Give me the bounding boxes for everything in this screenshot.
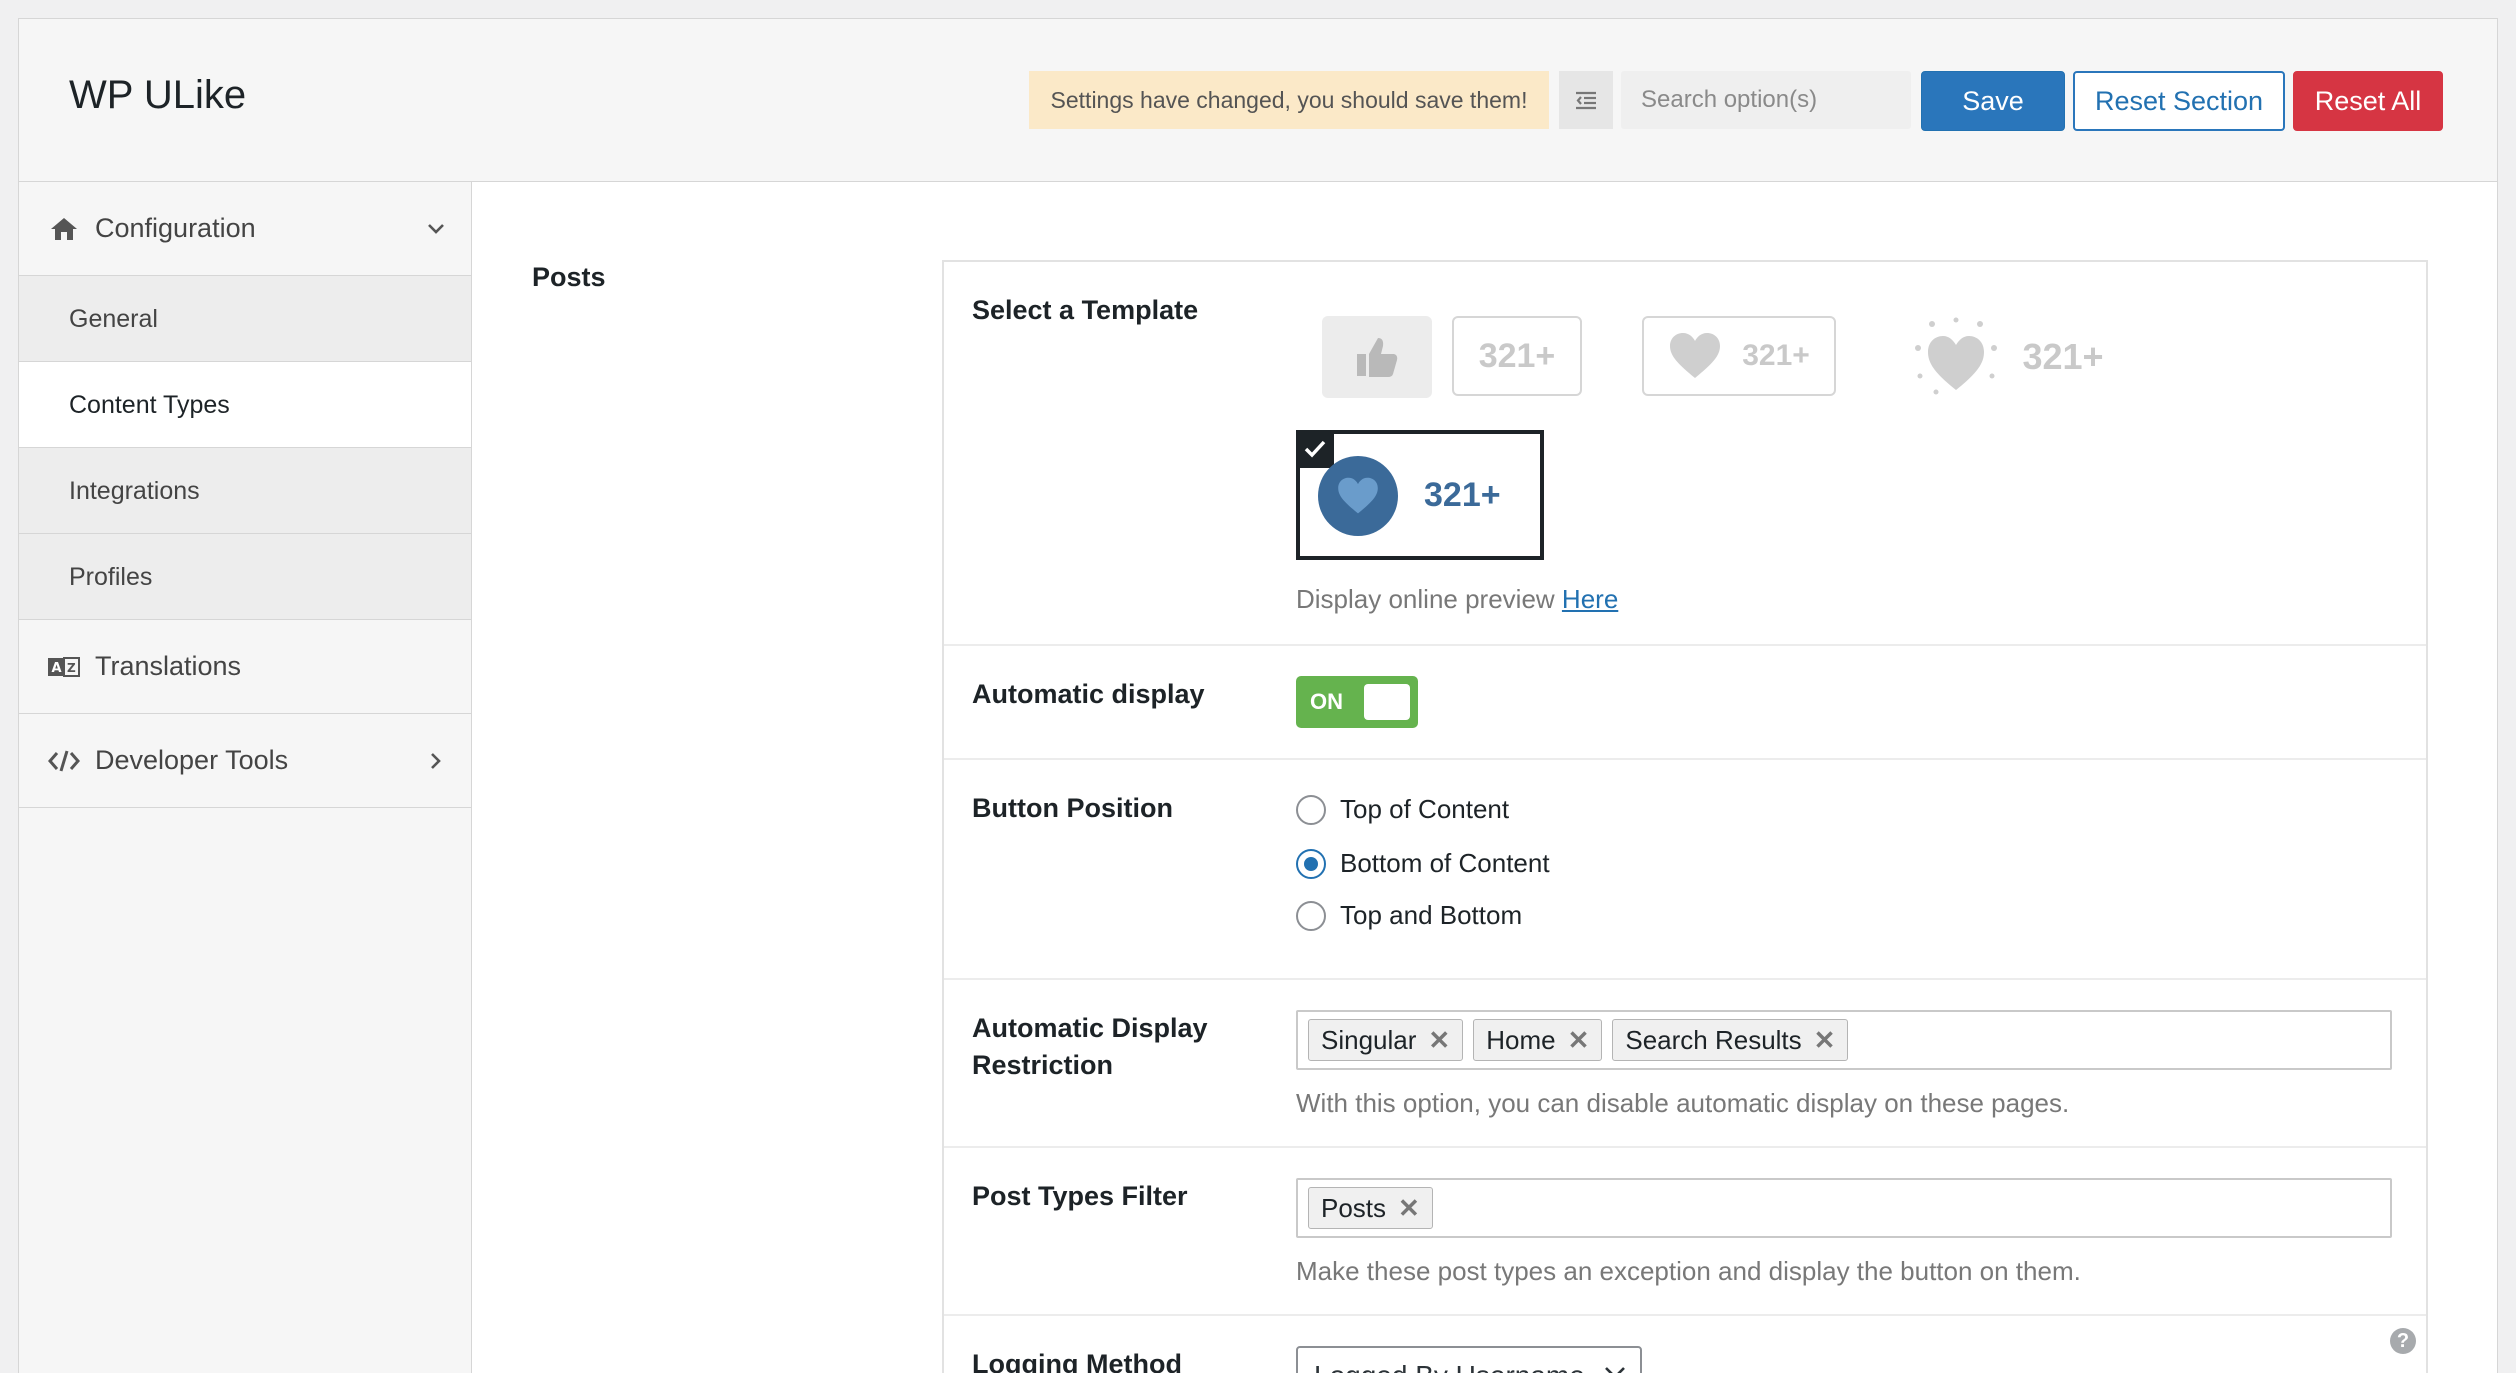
- tag-posts: Posts ✕: [1308, 1187, 1433, 1229]
- sidebar-item-label: Configuration: [95, 213, 256, 243]
- tag-label: Singular: [1321, 1024, 1417, 1055]
- template-row: Select a Template 321+ 321+ 321+ 321+ Di…: [944, 262, 2426, 646]
- template-counter-selected: 321+: [1424, 476, 1501, 514]
- button-position-label: Button Position: [972, 793, 1173, 823]
- select-value: Logged By Username: [1314, 1360, 1585, 1373]
- chevron-right-icon: [419, 744, 453, 778]
- thumbs-up-icon: [1357, 338, 1398, 377]
- restriction-description: With this option, you can disable automa…: [1296, 1088, 2070, 1118]
- sidebar-item-developer-tools[interactable]: Developer Tools: [19, 714, 471, 808]
- expand-all-button[interactable]: [1559, 71, 1613, 129]
- tag-search-results: Search Results ✕: [1612, 1019, 1849, 1061]
- app-title: WP ULike: [69, 73, 247, 117]
- toggle-knob: [1364, 684, 1410, 720]
- button-position-row: Button Position Top of Content Bottom of…: [944, 760, 2426, 980]
- automatic-display-row: Automatic display ON: [944, 646, 2426, 760]
- template-option-animated-heart[interactable]: 321+: [1890, 312, 2120, 402]
- preview-label: Display online preview: [1296, 584, 1555, 614]
- header-bar: WP ULike Settings have changed, you shou…: [19, 19, 2497, 182]
- restriction-row: Automatic Display Restriction Singular ✕ …: [944, 980, 2426, 1148]
- settings-panel: Select a Template 321+ 321+ 321+ 321+ Di…: [942, 260, 2428, 1373]
- radio-button[interactable]: [1296, 900, 1326, 931]
- sidebar-item-integrations[interactable]: Integrations: [19, 448, 471, 534]
- tag-label: Posts: [1321, 1192, 1387, 1223]
- radio-top-and-bottom[interactable]: Top and Bottom: [1296, 900, 1522, 931]
- remove-tag-icon[interactable]: ✕: [1428, 1025, 1450, 1056]
- radio-bottom-of-content[interactable]: Bottom of Content: [1296, 848, 1550, 879]
- post-types-tags-input[interactable]: Posts ✕: [1296, 1178, 2392, 1238]
- svg-text:A: A: [52, 661, 62, 676]
- preview-link[interactable]: Here: [1562, 584, 1618, 614]
- post-types-description: Make these post types an exception and d…: [1296, 1256, 2081, 1286]
- search-options-input[interactable]: [1621, 71, 1911, 129]
- sidebar-item-label: Developer Tools: [95, 745, 289, 775]
- restriction-label-line2: Restriction: [972, 1050, 1114, 1080]
- reset-section-button[interactable]: Reset Section: [2073, 71, 2285, 131]
- check-icon: [1296, 430, 1334, 468]
- restriction-label-line1: Automatic Display: [972, 1013, 1208, 1043]
- tag-singular: Singular ✕: [1308, 1019, 1464, 1061]
- tag-home: Home ✕: [1473, 1019, 1603, 1061]
- radio-label: Bottom of Content: [1340, 848, 1550, 878]
- sidebar-item-general[interactable]: General: [19, 276, 471, 362]
- unsaved-changes-notice: Settings have changed, you should save t…: [1029, 71, 1549, 129]
- expand-list-icon: [1576, 91, 1596, 110]
- logging-method-label: Logging Method: [972, 1349, 1182, 1373]
- template-option-circle-heart-selected[interactable]: 321+: [1296, 430, 1544, 560]
- template-counter-animated-heart: 321+: [2022, 336, 2104, 377]
- template-option-thumbs[interactable]: [1322, 316, 1432, 398]
- home-icon: [47, 214, 81, 244]
- radio-label: Top and Bottom: [1340, 900, 1523, 930]
- section-title: Posts: [532, 262, 606, 292]
- radio-top-of-content[interactable]: Top of Content: [1296, 794, 1509, 825]
- code-icon: [47, 746, 81, 776]
- restriction-tags-input[interactable]: Singular ✕ Home ✕ Search Results ✕: [1296, 1010, 2392, 1070]
- circle-heart-icon: [1318, 456, 1398, 536]
- chevron-down-icon: [419, 212, 453, 246]
- restriction-label: Automatic Display Restriction: [972, 1010, 1208, 1084]
- sidebar-item-label: Translations: [95, 651, 242, 681]
- automatic-display-toggle[interactable]: ON: [1296, 676, 1418, 728]
- remove-tag-icon[interactable]: ✕: [1814, 1025, 1836, 1056]
- help-icon[interactable]: ?: [2390, 1328, 2416, 1354]
- reset-all-button[interactable]: Reset All: [2293, 71, 2443, 131]
- main-content: Posts Select a Template 321+ 321+ 321+ 3…: [472, 182, 2497, 1373]
- post-types-label: Post Types Filter: [972, 1181, 1188, 1211]
- template-counter-thumbs: 321+: [1452, 316, 1582, 396]
- remove-tag-icon[interactable]: ✕: [1398, 1193, 1420, 1224]
- sidebar-item-configuration[interactable]: Configuration: [19, 182, 471, 276]
- sidebar-item-profiles[interactable]: Profiles: [19, 534, 471, 620]
- tag-label: Search Results: [1625, 1024, 1802, 1055]
- svg-text:Z: Z: [67, 661, 76, 675]
- save-button[interactable]: Save: [1921, 71, 2065, 131]
- toggle-on-text: ON: [1310, 689, 1343, 714]
- radio-button[interactable]: [1296, 794, 1326, 825]
- sidebar-item-content-types[interactable]: Content Types: [19, 362, 471, 448]
- radio-label: Top of Content: [1340, 794, 1510, 824]
- remove-tag-icon[interactable]: ✕: [1568, 1025, 1590, 1056]
- template-option-heart[interactable]: 321+: [1642, 316, 1836, 396]
- template-label: Select a Template: [972, 295, 1199, 325]
- logging-method-select[interactable]: Logged By Username: [1296, 1346, 1642, 1373]
- heart-icon: [1670, 333, 1721, 378]
- preview-text: Display online preview Here: [1296, 584, 1618, 615]
- post-types-row: Post Types Filter Posts ✕ Make these post…: [944, 1148, 2426, 1316]
- settings-window: WP ULike Settings have changed, you shou…: [18, 18, 2498, 1373]
- automatic-display-label: Automatic display: [972, 679, 1205, 709]
- heart-sparkle-icon: [1915, 317, 1998, 395]
- template-counter-heart: 321+: [1742, 339, 1810, 372]
- translation-icon: AZ: [47, 652, 81, 682]
- sidebar-nav: Configuration General Content Types Inte…: [19, 182, 472, 1373]
- tag-label: Home: [1486, 1024, 1556, 1055]
- radio-button-checked[interactable]: [1296, 848, 1326, 879]
- sidebar-item-translations[interactable]: AZ Translations: [19, 620, 471, 714]
- logging-method-row: Logging Method Logged By Username ?: [944, 1316, 2426, 1373]
